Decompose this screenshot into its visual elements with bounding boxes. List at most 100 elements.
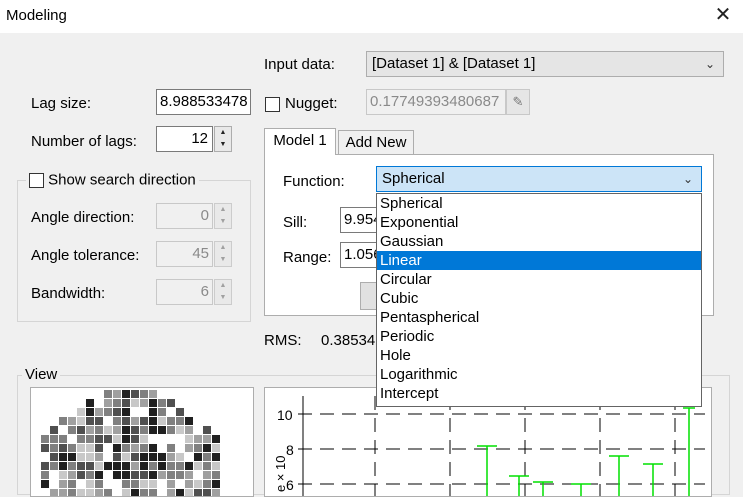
tab-model-1[interactable]: Model 1 — [264, 128, 336, 155]
function-option[interactable]: Linear — [377, 251, 701, 270]
map-cell — [212, 453, 220, 461]
map-cell — [185, 489, 193, 496]
map-cell — [131, 453, 139, 461]
function-option[interactable]: Spherical — [377, 194, 701, 213]
map-cell — [113, 480, 121, 488]
function-option[interactable]: Circular — [377, 270, 701, 289]
map-cell — [194, 489, 202, 496]
map-cell — [185, 444, 193, 452]
map-cell — [122, 462, 130, 470]
map-cell — [185, 453, 193, 461]
function-option[interactable]: Pentaspherical — [377, 308, 701, 327]
nugget-checkbox[interactable] — [265, 97, 280, 112]
map-cell — [68, 462, 76, 470]
function-option[interactable]: Exponential — [377, 213, 701, 232]
angle-direction-input[interactable]: 0 — [156, 203, 213, 229]
angle-direction-label: Angle direction: — [31, 209, 135, 226]
map-cell — [194, 417, 202, 425]
map-cell — [50, 462, 58, 470]
map-cell — [95, 417, 103, 425]
function-dropdown-list[interactable]: Spherical Exponential Gaussian Linear Circul… — [376, 193, 702, 407]
chevron-down-icon: ⌄ — [682, 172, 693, 186]
map-cell — [140, 390, 148, 398]
angle-tolerance-stepper[interactable]: ▲ ▼ — [214, 241, 232, 267]
map-cell — [113, 444, 121, 452]
tab-add-new[interactable]: Add New — [338, 130, 414, 155]
map-cell — [176, 453, 184, 461]
map-cell — [131, 489, 139, 496]
function-option[interactable]: Logarithmic — [377, 365, 701, 384]
map-cell — [149, 453, 157, 461]
nugget-input[interactable]: 0.17749393480687 — [366, 89, 506, 115]
sill-input[interactable]: 9.954 — [340, 207, 380, 233]
map-cell — [140, 399, 148, 407]
map-cell — [131, 408, 139, 416]
angle-tolerance-input[interactable]: 45 — [156, 241, 213, 267]
function-select[interactable]: Spherical ⌄ — [376, 166, 702, 192]
pencil-icon[interactable]: ✎ — [506, 89, 530, 115]
input-data-label: Input data: — [264, 56, 335, 73]
map-cell — [122, 453, 130, 461]
map-cell — [95, 489, 103, 496]
map-cell — [122, 435, 130, 443]
stepper-down-icon[interactable]: ▼ — [215, 139, 231, 151]
map-cell — [50, 426, 58, 434]
map-cell — [131, 444, 139, 452]
map-cell — [95, 471, 103, 479]
map-cell — [86, 489, 94, 496]
data-map-grid — [41, 390, 220, 496]
y-tick-label: 10 — [277, 407, 293, 423]
map-cell — [113, 408, 121, 416]
range-input[interactable]: 1.056 — [340, 242, 380, 268]
map-cell — [167, 435, 175, 443]
map-cell — [158, 444, 166, 452]
input-data-select[interactable]: [Dataset 1] & [Dataset 1] ⌄ — [366, 51, 724, 77]
map-cell — [104, 453, 112, 461]
stepper-up-icon[interactable]: ▲ — [215, 127, 231, 139]
map-cell — [149, 417, 157, 425]
stepper-down-icon[interactable]: ▼ — [215, 292, 231, 304]
map-cell — [149, 444, 157, 452]
map-cell — [86, 399, 94, 407]
stepper-down-icon[interactable]: ▼ — [215, 254, 231, 266]
stepper-up-icon[interactable]: ▲ — [215, 204, 231, 216]
map-cell — [86, 408, 94, 416]
map-cell — [50, 444, 58, 452]
map-cell — [104, 444, 112, 452]
function-option[interactable]: Intercept — [377, 384, 701, 403]
map-cell — [59, 471, 67, 479]
map-cell — [185, 435, 193, 443]
number-of-lags-input[interactable]: 12 — [156, 126, 213, 152]
show-search-direction-checkbox[interactable] — [29, 172, 44, 188]
map-cell — [185, 462, 193, 470]
map-cell — [68, 435, 76, 443]
map-cell — [41, 435, 49, 443]
stepper-up-icon[interactable]: ▲ — [215, 242, 231, 254]
map-cell — [176, 408, 184, 416]
map-cell — [158, 417, 166, 425]
close-icon[interactable]: ✕ — [712, 3, 734, 27]
rms-label: RMS: — [264, 332, 302, 349]
angle-direction-stepper[interactable]: ▲ ▼ — [214, 203, 232, 229]
view-label: View — [22, 366, 61, 383]
function-option[interactable]: Cubic — [377, 289, 701, 308]
function-option[interactable]: Hole — [377, 346, 701, 365]
function-option[interactable]: Periodic — [377, 327, 701, 346]
map-cell — [95, 399, 103, 407]
function-option[interactable]: Gaussian — [377, 232, 701, 251]
range-label: Range: — [283, 249, 332, 266]
map-cell — [122, 390, 130, 398]
stepper-down-icon[interactable]: ▼ — [215, 216, 231, 228]
map-cell — [140, 471, 148, 479]
map-cell — [131, 471, 139, 479]
lag-size-input[interactable]: 8.988533478 — [156, 89, 251, 115]
bandwidth-input[interactable]: 6 — [156, 279, 213, 305]
bandwidth-stepper[interactable]: ▲ ▼ — [214, 279, 232, 305]
number-of-lags-stepper[interactable]: ▲ ▼ — [214, 126, 232, 152]
map-cell — [203, 480, 211, 488]
map-cell — [194, 426, 202, 434]
map-cell — [113, 453, 121, 461]
stepper-up-icon[interactable]: ▲ — [215, 280, 231, 292]
map-cell — [158, 489, 166, 496]
map-cell — [176, 480, 184, 488]
